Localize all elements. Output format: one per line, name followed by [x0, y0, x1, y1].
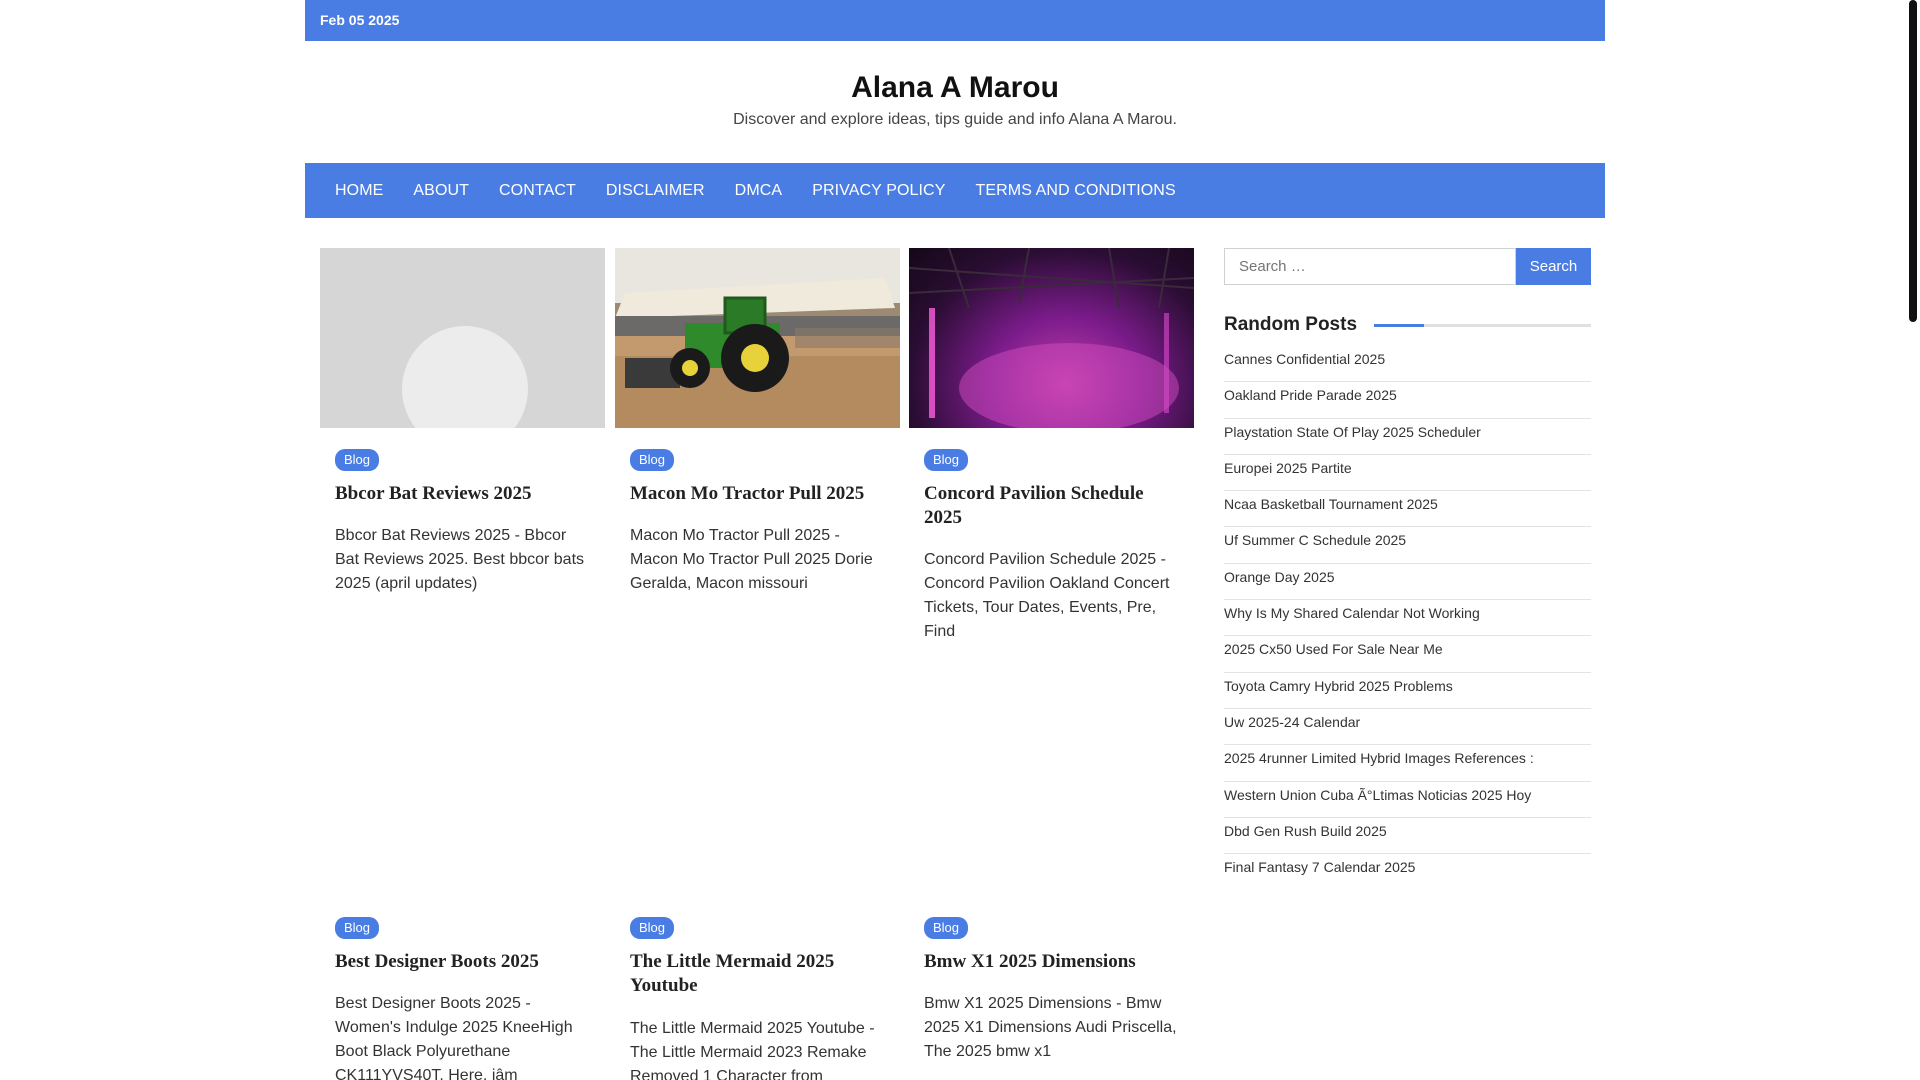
post-title[interactable]: The Little Mermaid 2025 Youtube: [630, 950, 885, 998]
random-post-link[interactable]: Europei 2025 Partite: [1224, 455, 1591, 492]
post-card: Blog Bmw X1 2025 Dimensions Bmw X1 2025 …: [909, 900, 1194, 1080]
tractor-image: [615, 248, 900, 428]
site-description: Discover and explore ideas, tips guide a…: [733, 111, 1177, 128]
random-post-link[interactable]: Why Is My Shared Calendar Not Working: [1224, 600, 1591, 637]
top-bar: Feb 05 2025: [305, 0, 1605, 41]
category-badge[interactable]: Blog: [924, 449, 969, 471]
random-post-link[interactable]: Final Fantasy 7 Calendar 2025: [1224, 854, 1591, 890]
post-excerpt: Bbcor Bat Reviews 2025 - Bbcor Bat Revie…: [335, 527, 585, 592]
post-card: Blog The Little Mermaid 2025 Youtube The…: [615, 900, 900, 1080]
site-title[interactable]: Alana A Marou: [305, 71, 1605, 105]
category-badge[interactable]: Blog: [924, 917, 969, 939]
post-excerpt: Macon Mo Tractor Pull 2025 - Macon Mo Tr…: [630, 527, 873, 592]
concert-stage-image: [909, 248, 1194, 428]
post-excerpt: Bmw X1 2025 Dimensions - Bmw 2025 X1 Dim…: [924, 995, 1177, 1060]
random-post-link[interactable]: Western Union Cuba Ã°Ltimas Noticias 202…: [1224, 782, 1591, 818]
random-posts-list: Cannes Confidential 2025 Oakland Pride P…: [1224, 346, 1591, 890]
placeholder-avatar-shape: [402, 326, 528, 428]
random-post-link[interactable]: 2025 Cx50 Used For Sale Near Me: [1224, 636, 1591, 673]
random-post-link[interactable]: Oakland Pride Parade 2025: [1224, 382, 1591, 419]
random-post-link[interactable]: Orange Day 2025: [1224, 564, 1591, 601]
post-card: Blog Best Designer Boots 2025 Best Desig…: [320, 900, 605, 1080]
post-excerpt: Concord Pavilion Schedule 2025 - Concord…: [924, 551, 1170, 640]
search-button[interactable]: Search: [1516, 248, 1591, 285]
post-thumbnail[interactable]: [615, 248, 900, 428]
post-thumbnail[interactable]: [909, 248, 1194, 428]
nav-home[interactable]: HOME: [335, 182, 383, 200]
post-title[interactable]: Macon Mo Tractor Pull 2025: [630, 482, 885, 506]
nav-terms-and-conditions[interactable]: TERMS AND CONDITIONS: [976, 182, 1176, 200]
scrollbar-thumb[interactable]: [1909, 0, 1917, 322]
random-post-link[interactable]: Dbd Gen Rush Build 2025: [1224, 818, 1591, 855]
random-post-link[interactable]: Uw 2025-24 Calendar: [1224, 709, 1591, 746]
category-badge[interactable]: Blog: [335, 449, 380, 471]
post-title[interactable]: Bbcor Bat Reviews 2025: [335, 482, 590, 506]
nav-privacy-policy[interactable]: PRIVACY POLICY: [812, 182, 945, 200]
post-excerpt: Best Designer Boots 2025 - Women's Indul…: [335, 995, 573, 1080]
random-post-link[interactable]: Ncaa Basketball Tournament 2025: [1224, 491, 1591, 528]
post-title[interactable]: Concord Pavilion Schedule 2025: [924, 482, 1179, 530]
random-posts-heading: Random Posts: [1224, 314, 1358, 335]
post-excerpt: The Little Mermaid 2025 Youtube - The Li…: [630, 1020, 875, 1080]
nav-dmca[interactable]: DMCA: [735, 182, 783, 200]
random-post-link[interactable]: 2025 4runner Limited Hybrid Images Refer…: [1224, 745, 1591, 782]
random-post-link[interactable]: Playstation State Of Play 2025 Scheduler: [1224, 419, 1591, 455]
sidebar: Search Random Posts Cannes Confidential …: [1224, 248, 1591, 874]
site-header: Alana A Marou Discover and explore ideas…: [305, 41, 1605, 163]
search-form: Search: [1224, 248, 1591, 285]
post-thumbnail[interactable]: [320, 248, 605, 428]
post-title[interactable]: Bmw X1 2025 Dimensions: [924, 950, 1179, 974]
category-badge[interactable]: Blog: [335, 917, 380, 939]
post-card: Blog Concord Pavilion Schedule 2025 Conc…: [909, 248, 1194, 678]
random-post-link[interactable]: Uf Summer C Schedule 2025: [1224, 527, 1591, 564]
nav-contact[interactable]: CONTACT: [499, 182, 576, 200]
heading-divider-accent: [1374, 324, 1424, 327]
random-post-link[interactable]: Toyota Camry Hybrid 2025 Problems: [1224, 673, 1591, 709]
nav-disclaimer[interactable]: DISCLAIMER: [606, 182, 705, 200]
post-card: Blog Bbcor Bat Reviews 2025 Bbcor Bat Re…: [320, 248, 605, 648]
page-scrollbar[interactable]: [1905, 0, 1920, 1080]
search-input[interactable]: [1224, 248, 1516, 285]
category-badge[interactable]: Blog: [630, 917, 675, 939]
category-badge[interactable]: Blog: [630, 449, 675, 471]
main-navigation: HOME ABOUT CONTACT DISCLAIMER DMCA PRIVA…: [305, 163, 1605, 218]
current-date: Feb 05 2025: [320, 12, 400, 28]
nav-about[interactable]: ABOUT: [413, 182, 469, 200]
random-post-link[interactable]: Cannes Confidential 2025: [1224, 346, 1591, 383]
post-card: Blog Macon Mo Tractor Pull 2025 Macon Mo…: [615, 248, 900, 648]
post-title[interactable]: Best Designer Boots 2025: [335, 950, 590, 974]
